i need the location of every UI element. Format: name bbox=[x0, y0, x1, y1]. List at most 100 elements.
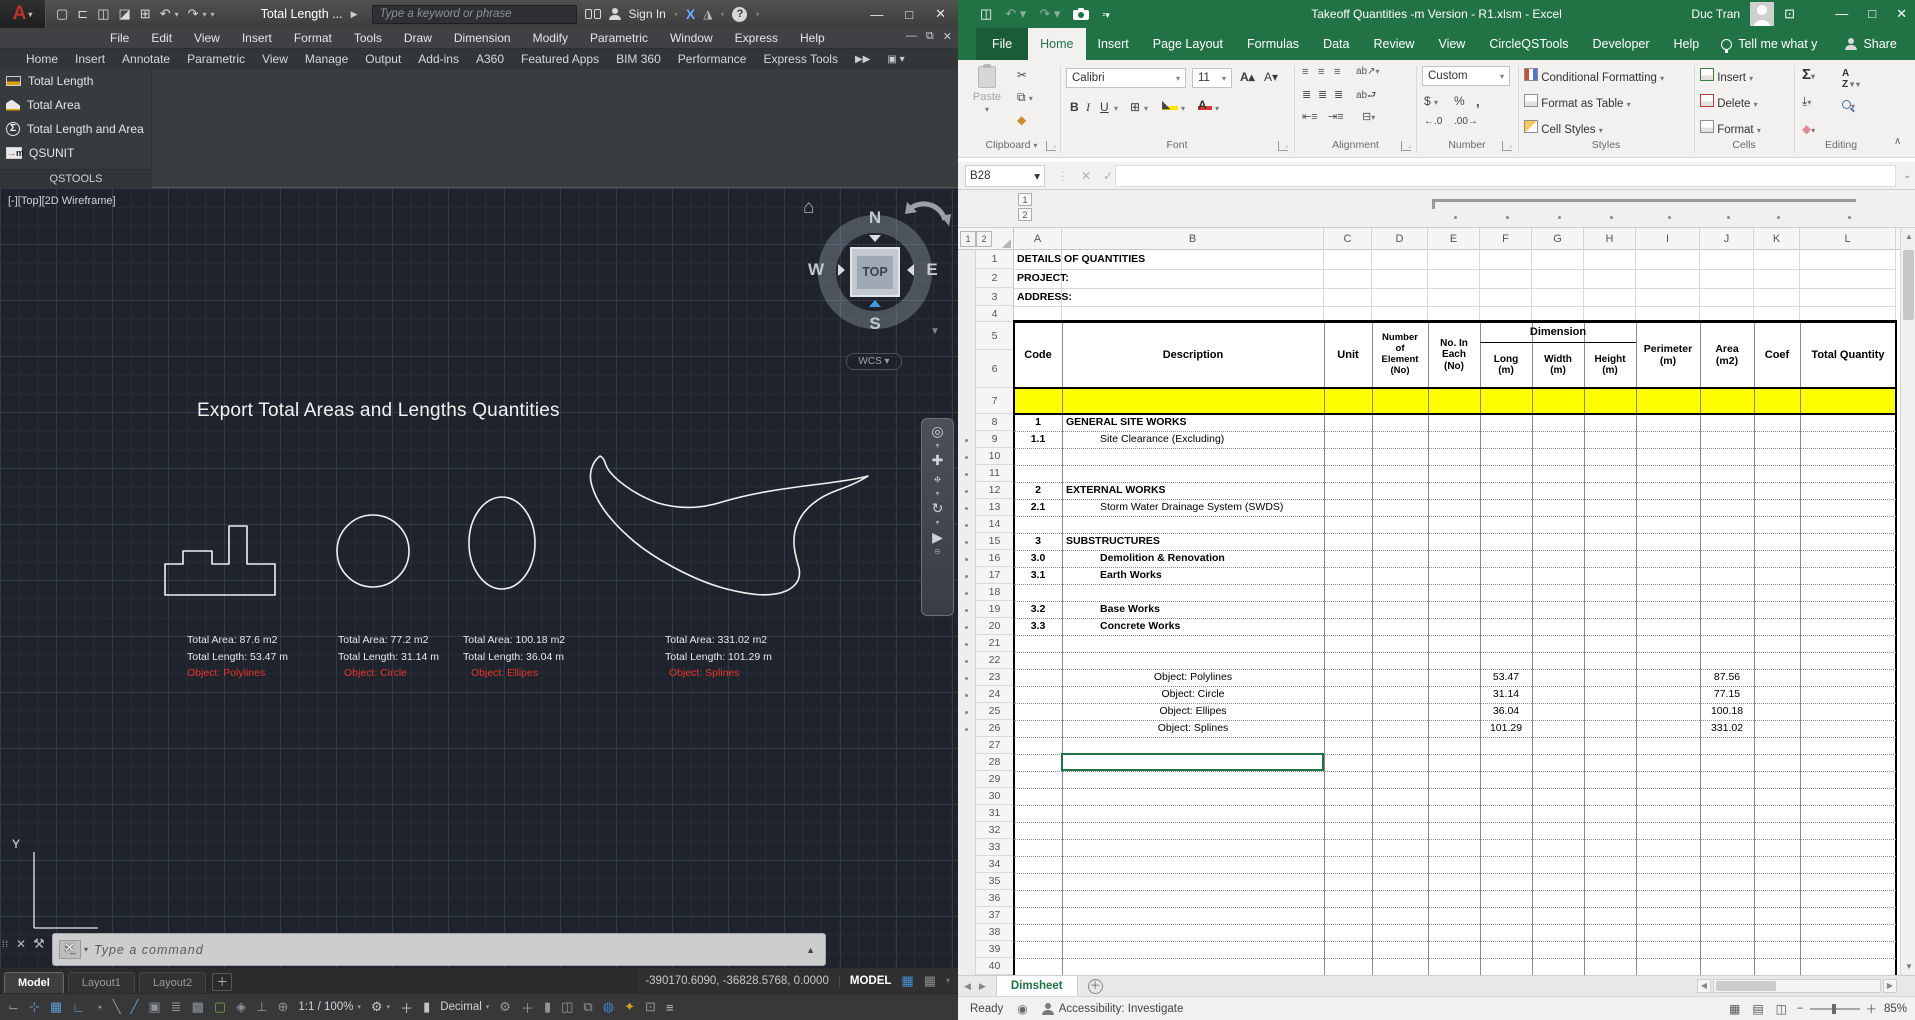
zoom-menu-arrow-icon[interactable]: ▾ bbox=[935, 490, 939, 497]
paste-button[interactable]: Paste▾ bbox=[967, 66, 1007, 115]
align-left-icon[interactable]: ≣ bbox=[1302, 88, 1311, 101]
camera-icon[interactable] bbox=[1073, 8, 1089, 20]
ribbon-overflow-icon[interactable]: ▶▶ bbox=[855, 54, 870, 65]
ribbon-panel-toggle-icon[interactable]: ▣ ▾ bbox=[887, 54, 904, 65]
viewcube-south[interactable]: S bbox=[869, 314, 880, 334]
row-header-26[interactable]: 26 bbox=[976, 720, 1014, 737]
horizontal-scrollbar[interactable]: ◀ ▶ bbox=[1697, 979, 1897, 993]
row-header-6[interactable]: 6 bbox=[976, 350, 1014, 388]
row-header-14[interactable]: 14 bbox=[976, 516, 1014, 533]
cell-B17[interactable]: Earth Works bbox=[1062, 567, 1324, 584]
ribbon-tab-add-ins[interactable]: Add-ins bbox=[418, 52, 459, 66]
commandline-grip-icon[interactable]: ⁞⁞ bbox=[2, 939, 9, 949]
align-center-icon[interactable]: ≣ bbox=[1318, 88, 1327, 101]
search-binoculars-icon[interactable] bbox=[585, 9, 601, 20]
viewcube-north[interactable]: N bbox=[869, 208, 881, 228]
sign-in-button[interactable]: Sign In bbox=[629, 7, 666, 21]
collapse-ribbon-icon[interactable]: ∧ bbox=[1894, 136, 1901, 147]
menu-item-dimension[interactable]: Dimension bbox=[454, 31, 511, 45]
cancel-entry-icon[interactable]: ✕ bbox=[1081, 169, 1091, 183]
dynamic-input-icon[interactable]: ⊕ bbox=[277, 999, 288, 1015]
orbit-menu-arrow-icon[interactable]: ▾ bbox=[935, 519, 939, 526]
cell-B9[interactable]: Site Clearance (Excluding) bbox=[1062, 431, 1324, 448]
grid-display-icon[interactable]: ▦ bbox=[50, 999, 62, 1015]
viewcube-west[interactable]: W bbox=[808, 260, 824, 280]
open-icon[interactable]: ⊏ bbox=[77, 6, 88, 22]
ribbon-display-options-icon[interactable]: ⊡ bbox=[1784, 6, 1795, 22]
cell-B20[interactable]: Concrete Works bbox=[1062, 618, 1324, 635]
ribbon-tab-home[interactable]: Home bbox=[26, 52, 58, 66]
performance-icon[interactable]: ✦ bbox=[624, 999, 635, 1015]
object-snap-icon[interactable]: ▣ bbox=[148, 999, 160, 1015]
showmotion-icon[interactable]: ▶ bbox=[932, 529, 943, 545]
cell-B26[interactable]: Object: Splines bbox=[1062, 720, 1324, 737]
menu-item-view[interactable]: View bbox=[194, 31, 220, 45]
confirm-entry-icon[interactable]: ✓ bbox=[1103, 169, 1113, 183]
pan-icon[interactable]: ✚ bbox=[932, 452, 944, 468]
ribbon-tab-annotate[interactable]: Annotate bbox=[122, 52, 170, 66]
macro-record-icon[interactable]: ◉ bbox=[1017, 1002, 1027, 1016]
excel-minimize-icon[interactable]: — bbox=[1835, 6, 1848, 22]
number-dialog-launcher-icon[interactable]: ⌟ bbox=[1502, 141, 1512, 151]
view-page-break-icon[interactable]: ◫ bbox=[1776, 1002, 1787, 1016]
column-header-E[interactable]: E bbox=[1428, 228, 1480, 250]
row-header-40[interactable]: 40 bbox=[976, 958, 1014, 975]
delete-cells-button[interactable]: Delete ▾ bbox=[1700, 94, 1758, 110]
exchange-apps-icon[interactable]: X bbox=[686, 6, 695, 22]
ribbon-tab-manage[interactable]: Manage bbox=[305, 52, 348, 66]
command-menu-arrow-icon[interactable]: ▾ bbox=[84, 945, 88, 954]
sheet-nav-right-icon[interactable]: ▶ bbox=[979, 981, 986, 992]
row-header-4[interactable]: 4 bbox=[976, 306, 1014, 322]
row-header-5[interactable]: 5 bbox=[976, 322, 1014, 350]
ribbon-tab-a360[interactable]: A360 bbox=[476, 52, 504, 66]
isolate-icon[interactable]: ▮ bbox=[423, 999, 430, 1015]
excel-tab-home[interactable]: Home bbox=[1028, 28, 1085, 60]
fill-button[interactable]: ⤓▾ bbox=[1802, 94, 1811, 109]
name-box[interactable]: B28▾ bbox=[965, 165, 1045, 187]
column-header-L[interactable]: L bbox=[1800, 228, 1896, 250]
sort-filter-button[interactable]: AZ▼▾ bbox=[1842, 68, 1860, 90]
row-header-17[interactable]: 17 bbox=[976, 567, 1014, 584]
row-header-22[interactable]: 22 bbox=[976, 652, 1014, 669]
menu-item-insert[interactable]: Insert bbox=[242, 31, 272, 45]
command-input[interactable]: Type a command bbox=[94, 943, 204, 957]
layout-ic-icon[interactable]: ⧉ bbox=[583, 999, 592, 1015]
shrink-font-icon[interactable]: A▾ bbox=[1264, 70, 1278, 84]
column-header-H[interactable]: H bbox=[1584, 228, 1636, 250]
copy-button[interactable]: ⧉ ▾ bbox=[1017, 90, 1033, 105]
row-header-16[interactable]: 16 bbox=[976, 550, 1014, 567]
isodraft-icon[interactable]: ╲ bbox=[113, 999, 121, 1015]
row-header-19[interactable]: 19 bbox=[976, 601, 1014, 618]
clean-screen-icon[interactable]: ⊡ bbox=[645, 999, 656, 1015]
column-header-G[interactable]: G bbox=[1532, 228, 1584, 250]
row-header-34[interactable]: 34 bbox=[976, 856, 1014, 873]
command-line-bar[interactable]: >_ ▾ Type a command ▲ bbox=[52, 933, 826, 966]
undo-menu-icon[interactable]: ▾ bbox=[175, 10, 179, 19]
merge-center-icon[interactable]: ⊟▾ bbox=[1362, 110, 1375, 123]
column-outline-level-1[interactable]: 1 bbox=[1018, 193, 1032, 206]
redo-menu-icon[interactable]: ▾ bbox=[203, 10, 207, 19]
row-header-36[interactable]: 36 bbox=[976, 890, 1014, 907]
viewcube-home-icon[interactable]: ⌂ bbox=[803, 197, 814, 219]
autosum-button[interactable]: Σ▾ bbox=[1802, 66, 1815, 83]
orbit-icon[interactable]: ↻ bbox=[932, 500, 944, 516]
font-name-select[interactable]: Calibri▾ bbox=[1066, 68, 1186, 88]
excel-tab-page-layout[interactable]: Page Layout bbox=[1141, 28, 1235, 60]
excel-close-icon[interactable]: ✕ bbox=[1896, 6, 1907, 22]
row-header-25[interactable]: 25 bbox=[976, 703, 1014, 720]
column-outline-level-2[interactable]: 2 bbox=[1018, 208, 1032, 221]
excel-maximize-icon[interactable]: □ bbox=[1868, 6, 1876, 22]
grid-on-icon[interactable]: ▦ bbox=[901, 973, 913, 989]
fill-color-icon[interactable]: ◣ bbox=[1162, 98, 1178, 110]
column-header-I[interactable]: I bbox=[1636, 228, 1700, 250]
row-header-2[interactable]: 2 bbox=[976, 269, 1014, 288]
cell-B16[interactable]: Demolition & Renovation bbox=[1062, 550, 1324, 567]
saveas-icon[interactable]: ◪ bbox=[119, 6, 131, 22]
excel-tab-insert[interactable]: Insert bbox=[1086, 28, 1141, 60]
currency-icon[interactable]: $ ▾ bbox=[1424, 94, 1438, 108]
font-dialog-launcher-icon[interactable]: ⌟ bbox=[1278, 141, 1288, 151]
maximize-icon[interactable]: □ bbox=[905, 7, 913, 22]
sheet-tab-dimsheet[interactable]: Dimsheet bbox=[996, 976, 1078, 997]
wrap-text-icon[interactable]: ab⮐ bbox=[1356, 88, 1376, 105]
align-bottom-icon[interactable]: ≡ bbox=[1334, 66, 1340, 78]
